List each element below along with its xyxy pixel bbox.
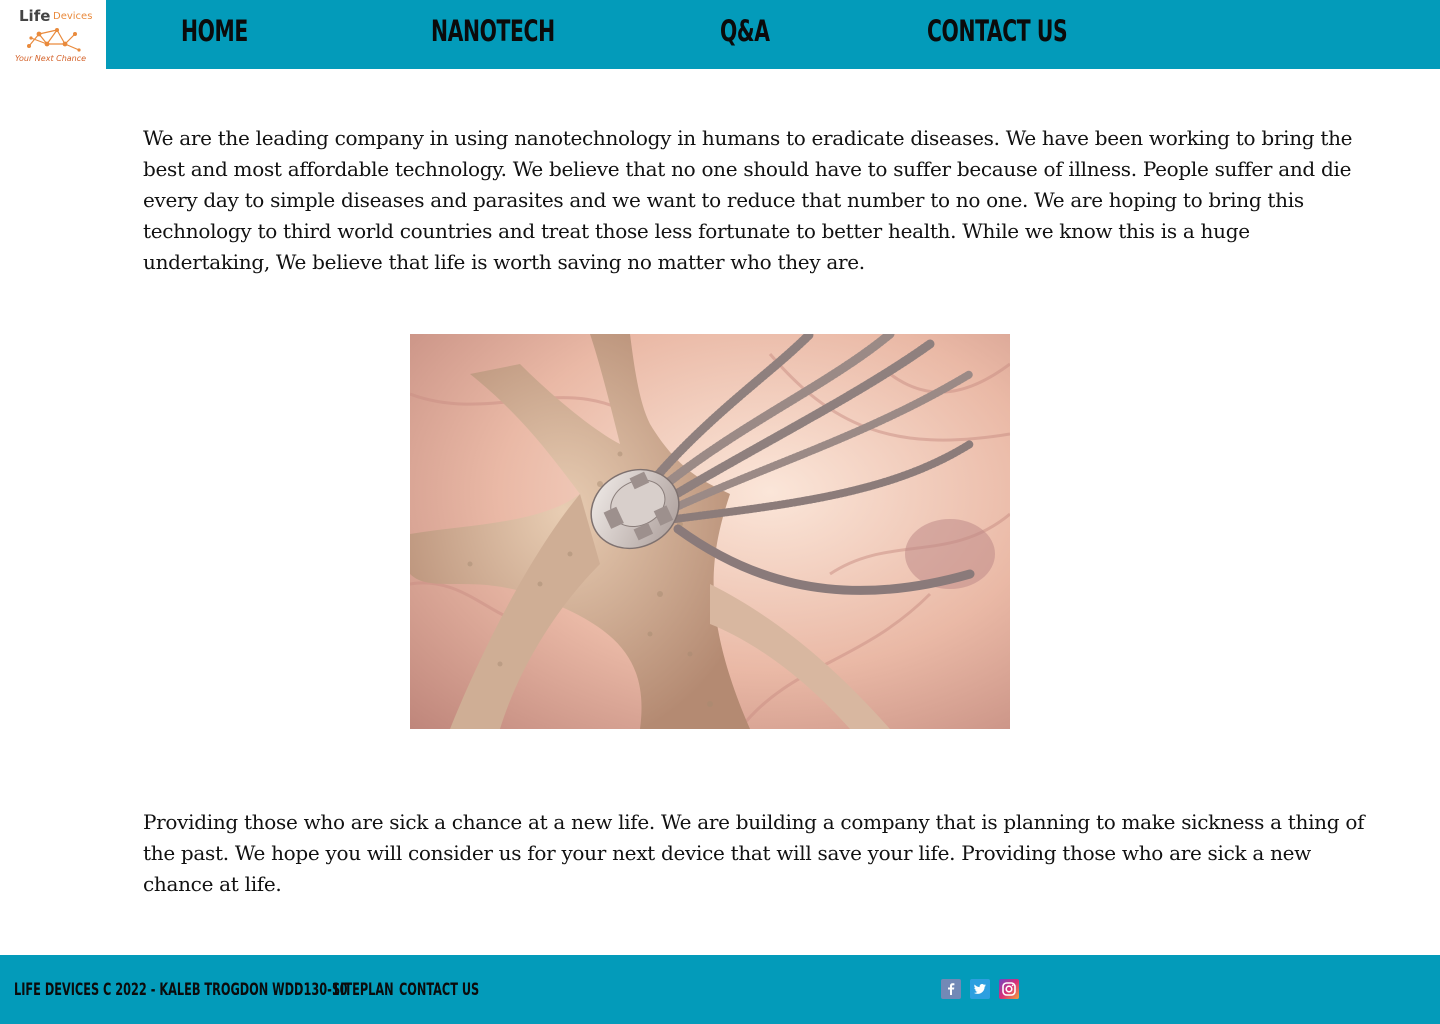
instagram-icon[interactable] bbox=[999, 979, 1019, 999]
logo-word-life: Life bbox=[19, 7, 51, 25]
nanobot-neuron-image bbox=[410, 334, 1010, 729]
site-header: Life Devices Your Next Chance HOME NANOT… bbox=[0, 0, 1440, 69]
facebook-icon[interactable] bbox=[941, 979, 961, 999]
intro-paragraph: We are the leading company in using nano… bbox=[143, 126, 1353, 274]
nav-nanotech[interactable]: NANOTECH bbox=[431, 14, 555, 48]
nav-contact-us[interactable]: CONTACT US bbox=[927, 14, 1068, 48]
logo-word-devices: Devices bbox=[53, 11, 93, 22]
nav-qa[interactable]: Q&A bbox=[720, 14, 770, 48]
footer-contact-link[interactable]: Contact Us bbox=[399, 980, 479, 1000]
site-logo[interactable]: Life Devices Your Next Chance bbox=[0, 0, 106, 69]
network-logo-icon bbox=[27, 28, 81, 52]
logo-tagline: Your Next Chance bbox=[15, 54, 87, 63]
twitter-icon[interactable] bbox=[970, 979, 990, 999]
footer-copyright: Life Devices c 2022 - Kaleb Trogdon WDD1… bbox=[14, 980, 348, 1000]
closing-paragraph: Providing those who are sick a chance at… bbox=[143, 810, 1365, 896]
footer-siteplan-link[interactable]: Siteplan bbox=[332, 980, 394, 1000]
nav-home[interactable]: HOME bbox=[181, 14, 248, 48]
